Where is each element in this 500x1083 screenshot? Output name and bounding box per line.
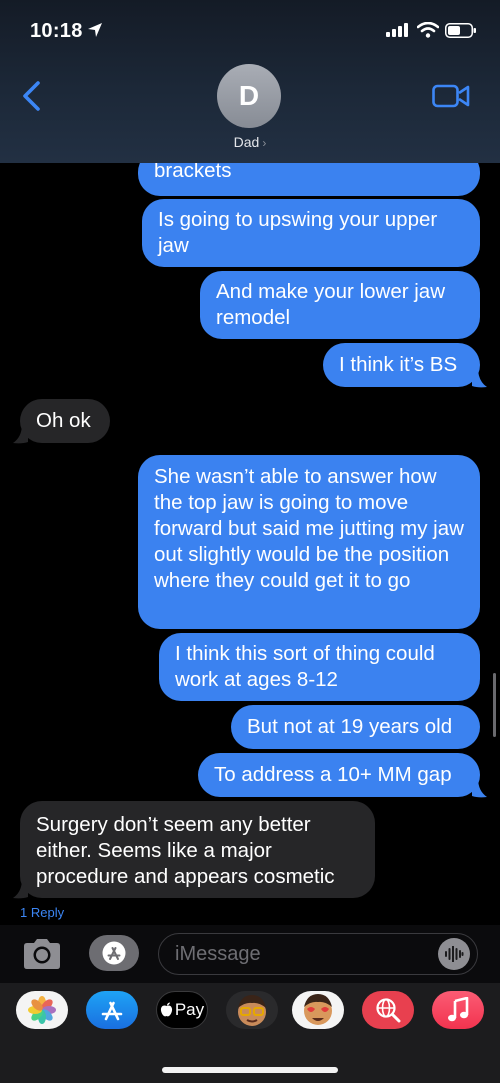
cellular-signal-icon bbox=[386, 23, 408, 37]
location-arrow-icon bbox=[88, 23, 102, 37]
message-bubble[interactable]: But not at 19 years old bbox=[231, 705, 480, 749]
message-bubble[interactable]: I think this sort of thing could work at… bbox=[159, 633, 480, 701]
avatar-initial: D bbox=[238, 80, 260, 111]
message-bubble[interactable]: She wasn’t able to answer how the top ja… bbox=[138, 455, 480, 629]
message-bubble[interactable]: To address a 10+ MM gap bbox=[198, 753, 480, 797]
message-text: Is going to upswing your upper jaw bbox=[158, 208, 438, 257]
web-search-app-icon[interactable] bbox=[362, 991, 414, 1029]
bubble-tail bbox=[13, 424, 28, 444]
contact-name: Dad bbox=[233, 134, 260, 150]
app-store-icon bbox=[101, 1001, 123, 1021]
status-time: 10:18 bbox=[30, 20, 83, 42]
battery-icon bbox=[445, 23, 476, 38]
reply-count-link[interactable]: 1 Reply bbox=[20, 905, 64, 920]
message-text: Surgery don’t seem any better either. Se… bbox=[36, 813, 335, 888]
memoji-icon bbox=[238, 995, 266, 1026]
message-text: I think it’s BS bbox=[339, 353, 458, 376]
photos-app-icon[interactable] bbox=[16, 991, 68, 1029]
bubble-tail bbox=[472, 368, 487, 388]
message-input-placeholder: iMessage bbox=[175, 943, 261, 965]
message-text: To address a 10+ MM gap bbox=[214, 763, 452, 786]
camera-icon[interactable] bbox=[22, 937, 62, 971]
facetime-video-icon[interactable] bbox=[432, 83, 470, 109]
contact-name-button[interactable]: Dad › bbox=[0, 134, 500, 150]
wifi-icon bbox=[417, 22, 439, 38]
message-bubble[interactable]: I think it’s BS bbox=[323, 343, 480, 387]
message-text: Oh ok bbox=[36, 409, 91, 432]
app-store-apps-button[interactable] bbox=[89, 935, 139, 971]
message-text: She wasn’t able to answer how the top ja… bbox=[154, 465, 464, 592]
contact-avatar[interactable]: D bbox=[217, 64, 281, 128]
music-note-icon bbox=[448, 997, 469, 1022]
globe-search-icon bbox=[376, 998, 401, 1023]
message-text: And make your lower jaw remodel bbox=[216, 280, 446, 329]
contact-chevron-icon: › bbox=[262, 136, 267, 150]
memoji-app-icon[interactable] bbox=[226, 991, 278, 1029]
bubble-tail bbox=[13, 879, 28, 899]
apple-pay-app-icon[interactable]: Pay bbox=[156, 991, 208, 1029]
apple-pay-label: Pay bbox=[174, 1000, 205, 1019]
home-indicator[interactable] bbox=[162, 1067, 338, 1073]
message-text: I think this sort of thing could work at… bbox=[175, 642, 435, 691]
waveform-icon bbox=[445, 946, 464, 962]
message-bubble[interactable]: And make your lower jaw remodel bbox=[200, 271, 480, 339]
apple-pay-icon bbox=[160, 1002, 172, 1017]
status-bar: 10:18 bbox=[0, 0, 500, 60]
memoji-stickers-app-icon[interactable] bbox=[292, 991, 344, 1029]
bubble-tail bbox=[472, 778, 487, 798]
photos-icon bbox=[28, 996, 56, 1024]
back-chevron-icon[interactable] bbox=[16, 78, 48, 114]
app-store-icon bbox=[102, 941, 126, 965]
app-store-app-icon[interactable] bbox=[86, 991, 138, 1029]
message-bubble[interactable]: Oh ok bbox=[20, 399, 110, 443]
music-app-icon[interactable] bbox=[432, 991, 484, 1029]
scroll-indicator[interactable] bbox=[493, 673, 496, 737]
memoji-icon bbox=[304, 994, 332, 1025]
audio-message-button[interactable] bbox=[438, 938, 470, 970]
message-bubble[interactable]: Surgery don’t seem any better either. Se… bbox=[20, 801, 375, 898]
conversation-header: 10:18 D Dad › bbox=[0, 0, 500, 163]
message-input[interactable]: iMessage bbox=[158, 933, 478, 975]
message-text: But not at 19 years old bbox=[247, 715, 453, 738]
message-bubble[interactable]: Is going to upswing your upper jaw bbox=[142, 199, 480, 267]
